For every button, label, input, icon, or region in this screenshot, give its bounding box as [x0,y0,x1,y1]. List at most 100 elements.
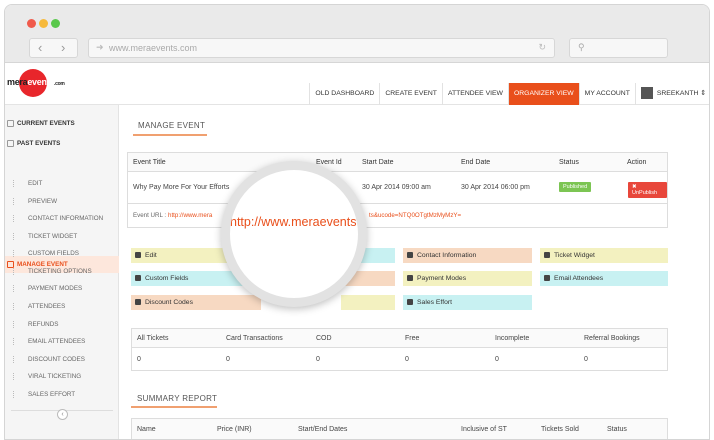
address-bar[interactable]: ➜ www.meraevents.com ↻ [88,38,555,58]
meraevents-logo[interactable]: meraevents.com [7,69,67,99]
col-summary-status: Status [607,426,627,433]
browser-window: ‹ › ➜ www.meraevents.com ↻ ⚲ meraevents.… [4,4,710,440]
status-badge: Published [559,182,592,192]
summary-header: Name Price (INR) Start/End Dates Inclusi… [132,419,667,439]
avatar [640,87,653,100]
title-underline [133,134,207,136]
nav-create-event[interactable]: CREATE EVENT [379,83,442,105]
stats-header: All Tickets Card Transactions COD Free I… [132,329,667,348]
sidebar-sub-email-attendees[interactable]: EMAIL ATTENDEES [13,338,127,345]
event-url-code[interactable]: ts&ucode=NTQ0OTgtMzMyMzY= [369,212,461,219]
nav-old-dashboard[interactable]: OLD DASHBOARD [309,83,379,105]
col-card-transactions: Card Transactions [226,335,283,342]
col-end-date: End Date [461,159,491,166]
calendar-icon [7,120,14,127]
col-action: Action [627,159,647,166]
summary-table: Name Price (INR) Start/End Dates Inclusi… [131,418,668,439]
nav-attendee-view[interactable]: ATTENDEE VIEW [441,83,508,105]
col-tickets-sold: Tickets Sold [541,426,579,433]
tile-viral-ticketing[interactable] [341,295,395,310]
browser-chrome: ‹ › ➜ www.meraevents.com ↻ ⚲ [5,5,709,63]
forward-arrow-icon[interactable]: › [61,40,65,55]
tile-sales-effort[interactable]: Sales Effort [403,295,532,310]
col-all-tickets: All Tickets [137,335,169,342]
stats-table: All Tickets Card Transactions COD Free I… [131,328,668,371]
summary-underline [131,406,217,408]
stat-cod: 0 [316,356,320,363]
tile-ticket-widget[interactable]: Ticket Widget [540,248,668,263]
col-start-end-dates: Start/End Dates [298,426,348,433]
manage-icon [7,261,14,268]
sidebar-item-current-events[interactable]: CURRENT EVENTS [5,120,119,127]
main-content: MANAGE EVENT Event Title Event Id Start … [119,105,709,439]
maximize-dot-icon[interactable] [51,19,60,28]
tile-email-attendees[interactable]: Email Attendees [540,271,668,286]
event-table: Event Title Event Id Start Date End Date… [127,152,668,228]
sidebar-sub-custom-fields[interactable]: CUSTOM FIELDS [13,250,127,257]
back-arrow-icon[interactable]: ‹ [38,40,42,55]
minimize-dot-icon[interactable] [39,19,48,28]
sidebar-sub-payment-modes[interactable]: PAYMENT MODES [13,285,127,292]
nav-organizer-view[interactable]: ORGANIZER VIEW [507,83,579,105]
event-url-label: Event URL : [133,212,167,219]
edit-icon [135,252,141,258]
col-event-title: Event Title [133,159,166,166]
event-end: 30 Apr 2014 06:00 pm [461,184,530,191]
stat-all-tickets: 0 [137,356,141,363]
col-cod: COD [316,335,332,342]
updown-icon: ⇕ [700,90,706,97]
sidebar-collapse-icon[interactable]: ‹ [57,409,68,420]
sidebar-sub-ticket-widget[interactable]: TICKET WIDGET [13,233,127,240]
nav-buttons: ‹ › [29,38,78,58]
event-url-link[interactable]: http://www.mera [168,212,212,219]
stat-free: 0 [405,356,409,363]
payment-icon [407,275,413,281]
col-incomplete: Incomplete [495,335,530,342]
manage-event-title: MANAGE EVENT [138,121,206,130]
logo-text: meraevents.com [7,77,65,87]
app-header: meraevents.com OLD DASHBOARD CREATE EVEN… [5,63,709,105]
search-icon: ⚲ [578,42,585,52]
sidebar-sub-ticketing-options[interactable]: TICKETING OPTIONS [13,268,127,275]
stat-card-transactions: 0 [226,356,230,363]
sidebar-sub-sales-effort[interactable]: SALES EFFORT [13,391,127,398]
nav-my-account[interactable]: MY ACCOUNT [578,83,635,105]
sidebar-sub-contact-information[interactable]: CONTACT INFORMATION [13,215,127,222]
user-icon [135,299,141,305]
ticket-icon [544,252,550,258]
list-icon [135,275,141,281]
sidebar-item-past-events[interactable]: PAST EVENTS [5,140,119,147]
sidebar-sub-discount-codes[interactable]: DISCOUNT CODES [13,356,127,363]
tile-discount-codes[interactable]: Discount Codes [131,295,261,310]
event-table-header: Event Title Event Id Start Date End Date… [128,153,667,172]
user-menu[interactable]: SREEKANTH ⇕ [634,83,709,105]
close-dot-icon[interactable] [27,19,36,28]
col-inclusive-st: Inclusive of ST [461,426,507,433]
col-status: Status [559,159,579,166]
contact-icon [407,252,413,258]
sidebar-sub-viral-ticketing[interactable]: VIRAL TICKETING [13,373,127,380]
url-text: www.meraevents.com [109,43,198,53]
sidebar-sub-edit[interactable]: EDIT [13,180,127,187]
stat-referral-bookings: 0 [584,356,588,363]
tile-contact-information[interactable]: Contact Information [403,248,532,263]
magnified-url: http://www.meraevents [230,215,357,229]
arrow-icon: ➜ [96,42,104,52]
sidebar-sub-preview[interactable]: PREVIEW [13,198,127,205]
event-title: Why Pay More For Your Efforts [133,184,230,191]
event-start: 30 Apr 2014 09:00 am [362,184,431,191]
sidebar-sub-attendees[interactable]: ATTENDEES [13,303,127,310]
col-start-date: Start Date [362,159,394,166]
summary-report-title: SUMMARY REPORT [137,394,218,403]
sidebar-sub-refunds[interactable]: REFUNDS [13,321,127,328]
tile-payment-modes[interactable]: Payment Modes [403,271,532,286]
reload-icon[interactable]: ↻ [538,42,546,53]
mail-icon [544,275,550,281]
user-name: SREEKANTH [656,90,699,97]
unpublish-button[interactable]: ✖ UnPublish [628,182,667,198]
list-icon [7,140,14,147]
event-row: Why Pay More For Your Efforts 30 Apr 201… [128,172,667,204]
col-free: Free [405,335,420,342]
top-nav: OLD DASHBOARD CREATE EVENT ATTENDEE VIEW… [309,83,709,105]
browser-search[interactable]: ⚲ [569,38,668,58]
